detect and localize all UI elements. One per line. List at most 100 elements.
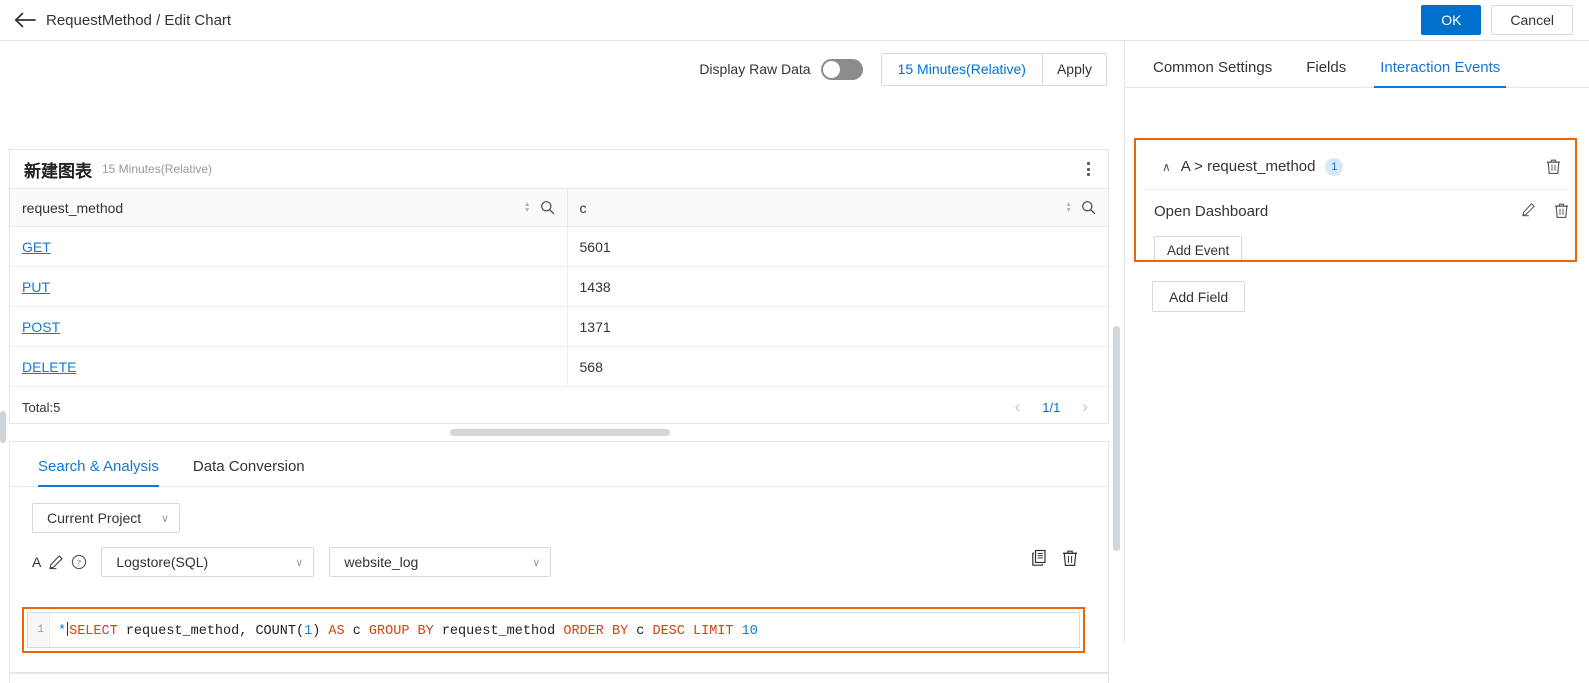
chart-title: 新建图表 bbox=[24, 161, 92, 181]
sort-icon[interactable]: ▲ ▼ bbox=[524, 201, 531, 214]
trash-icon[interactable] bbox=[1546, 158, 1561, 178]
cell-link[interactable]: POST bbox=[22, 319, 60, 335]
right-panel-tabs: Common Settings Fields Interaction Event… bbox=[1125, 41, 1589, 88]
vertical-scrollbar[interactable] bbox=[1113, 326, 1120, 551]
apply-button[interactable]: Apply bbox=[1041, 52, 1107, 86]
tab-search-and-analysis[interactable]: Search & Analysis bbox=[38, 458, 159, 487]
text-caret bbox=[67, 621, 69, 636]
back-arrow-icon[interactable] bbox=[12, 7, 38, 33]
table-row: POST 1371 bbox=[10, 306, 1108, 347]
query-source-row: A ? Logstore(SQL) ∨ website_log ∨ bbox=[10, 533, 1108, 577]
interaction-event-group-highlight: ∧ A > request_method 1 Open Dashboard Ad… bbox=[1134, 138, 1577, 262]
sql-token: GROUP BY bbox=[368, 623, 434, 639]
table-cell-request-method: GET bbox=[10, 226, 568, 267]
display-raw-data-label: Display Raw Data bbox=[699, 61, 811, 77]
time-range-button[interactable]: 15 Minutes(Relative) bbox=[880, 52, 1042, 86]
question-circle-icon[interactable]: ? bbox=[71, 554, 87, 570]
cell-link[interactable]: PUT bbox=[22, 279, 50, 295]
table-footer: Total:5 ‹ 1/1 › bbox=[10, 387, 1108, 427]
logstore-select[interactable]: website_log ∨ bbox=[329, 547, 552, 577]
cell-link[interactable]: DELETE bbox=[22, 359, 76, 375]
table-header-cell-request-method[interactable]: request_method ▲ ▼ bbox=[10, 188, 568, 227]
add-field-button[interactable]: Add Field bbox=[1152, 281, 1246, 312]
tab-fields[interactable]: Fields bbox=[1306, 59, 1346, 87]
page-vertical-scrollbar[interactable] bbox=[0, 411, 6, 443]
interaction-event-group-header[interactable]: ∧ A > request_method 1 bbox=[1144, 144, 1567, 190]
interaction-event-item[interactable]: Open Dashboard bbox=[1136, 190, 1575, 232]
sql-token: request_method, bbox=[117, 623, 256, 639]
project-select[interactable]: Current Project ∨ bbox=[32, 503, 180, 533]
table-row: PUT 1438 bbox=[10, 266, 1108, 307]
breadcrumb: RequestMethod / Edit Chart bbox=[46, 11, 232, 29]
query-label: A bbox=[32, 554, 42, 570]
cell-link[interactable]: GET bbox=[22, 239, 51, 255]
search-icon[interactable] bbox=[540, 200, 555, 215]
column-label-request-method: request_method bbox=[22, 199, 124, 216]
sort-icon[interactable]: ▲ ▼ bbox=[1065, 201, 1072, 214]
chart-header: 新建图表 15 Minutes(Relative) bbox=[10, 150, 1108, 188]
svg-text:?: ? bbox=[77, 557, 81, 567]
pagination: ‹ 1/1 › bbox=[1015, 387, 1088, 427]
trash-icon[interactable] bbox=[1062, 549, 1078, 570]
chart-card: 新建图表 15 Minutes(Relative) request_method… bbox=[9, 149, 1109, 424]
source-type-select[interactable]: Logstore(SQL) ∨ bbox=[101, 547, 315, 577]
chart-toolbar: Display Raw Data 15 Minutes(Relative) Ap… bbox=[0, 41, 1124, 97]
source-type-value: Logstore(SQL) bbox=[116, 554, 209, 570]
table-cell-request-method: DELETE bbox=[10, 346, 568, 387]
chevron-right-icon[interactable]: › bbox=[1082, 397, 1088, 417]
sql-token: ( bbox=[295, 623, 305, 639]
table-cell-c: 1438 bbox=[567, 266, 1108, 307]
tab-common-settings[interactable]: Common Settings bbox=[1153, 59, 1272, 87]
query-actions bbox=[1031, 549, 1078, 570]
trash-icon[interactable] bbox=[1554, 202, 1569, 222]
add-event-button[interactable]: Add Event bbox=[1154, 236, 1243, 260]
panel-bottom-edge bbox=[9, 673, 1109, 683]
table-header-row: request_method ▲ ▼ c ▲ ▼ bbox=[10, 188, 1108, 227]
copy-icon[interactable] bbox=[1031, 549, 1048, 570]
cancel-button[interactable]: Cancel bbox=[1491, 5, 1573, 35]
sql-query-text[interactable]: * SELECT request_method, COUNT(1) AS c GR… bbox=[50, 621, 1079, 639]
sql-token: ORDER BY bbox=[563, 623, 629, 639]
search-icon[interactable] bbox=[1081, 200, 1096, 215]
tab-interaction-events[interactable]: Interaction Events bbox=[1374, 59, 1507, 88]
pencil-icon[interactable] bbox=[48, 554, 64, 570]
sql-token: DESC bbox=[652, 623, 685, 639]
more-vertical-icon[interactable] bbox=[1080, 160, 1096, 178]
table-row: DELETE 568 bbox=[10, 346, 1108, 387]
interaction-event-group-title: A > request_method bbox=[1180, 158, 1316, 175]
sql-token: LIMIT bbox=[693, 623, 734, 639]
result-table: request_method ▲ ▼ c ▲ ▼ GET 5601 PUT 14… bbox=[10, 188, 1108, 387]
sql-token: COUNT bbox=[255, 623, 296, 639]
logstore-value: website_log bbox=[344, 554, 419, 570]
top-bar-actions: OK Cancel bbox=[1421, 5, 1573, 35]
table-row: GET 5601 bbox=[10, 226, 1108, 267]
chart-subtitle: 15 Minutes(Relative) bbox=[102, 162, 213, 176]
left-pane: Display Raw Data 15 Minutes(Relative) Ap… bbox=[0, 41, 1125, 683]
chevron-down-icon: ∨ bbox=[532, 556, 541, 569]
project-select-value: Current Project bbox=[47, 510, 142, 526]
chevron-down-icon: ∨ bbox=[295, 556, 304, 569]
chevron-up-icon[interactable]: ∧ bbox=[1162, 160, 1171, 174]
tab-data-conversion[interactable]: Data Conversion bbox=[193, 458, 305, 486]
ok-button[interactable]: OK bbox=[1421, 5, 1482, 35]
page-indicator: 1/1 bbox=[1042, 399, 1061, 415]
table-cell-c: 1371 bbox=[567, 306, 1108, 347]
sql-token: c bbox=[344, 623, 369, 639]
sql-line-number: 1 bbox=[28, 613, 50, 647]
table-cell-c: 5601 bbox=[567, 226, 1108, 267]
horizontal-scrollbar[interactable] bbox=[450, 429, 670, 436]
sql-token: 10 bbox=[741, 623, 758, 639]
table-cell-request-method: PUT bbox=[10, 266, 568, 307]
table-header-cell-c[interactable]: c ▲ ▼ bbox=[567, 188, 1108, 227]
chevron-left-icon[interactable]: ‹ bbox=[1015, 397, 1021, 417]
toggle-knob bbox=[822, 60, 840, 78]
event-count-badge: 1 bbox=[1325, 157, 1344, 176]
add-field-row: Add Field bbox=[1152, 281, 1246, 312]
project-row: Current Project ∨ bbox=[10, 487, 1108, 533]
total-count-label: Total:5 bbox=[22, 399, 61, 415]
column-label-c: c bbox=[579, 199, 587, 216]
display-raw-data-toggle[interactable] bbox=[820, 58, 863, 80]
pencil-icon[interactable] bbox=[1521, 202, 1536, 222]
